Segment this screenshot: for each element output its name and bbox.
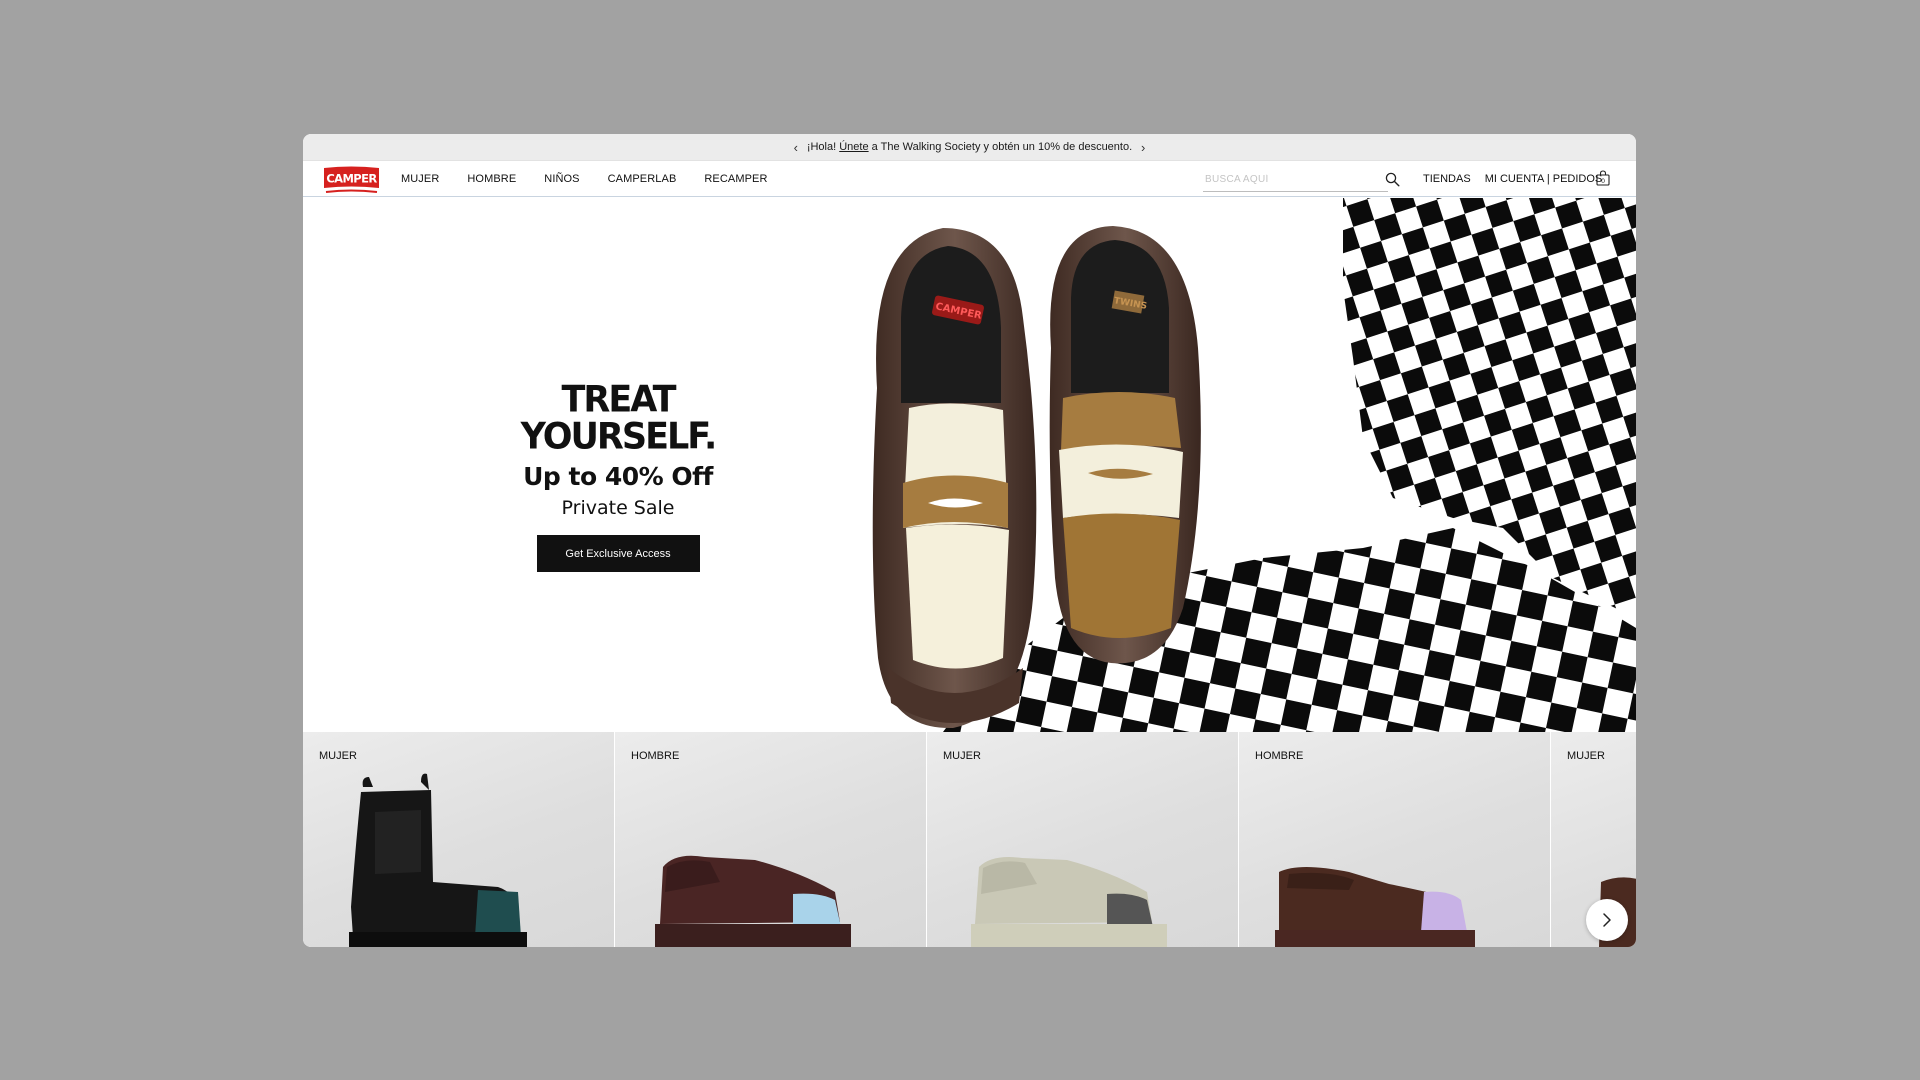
promo-text-after: a The Walking Society y obtén un 10% de … bbox=[868, 141, 1133, 153]
promo-join-link[interactable]: Únete bbox=[839, 141, 868, 153]
product-card[interactable]: MUJER bbox=[927, 732, 1238, 947]
product-image bbox=[971, 857, 1167, 947]
search-bar bbox=[1203, 166, 1388, 192]
promo-next-icon[interactable]: › bbox=[1136, 140, 1150, 155]
camper-logo[interactable]: CAMPER bbox=[323, 165, 380, 194]
product-image bbox=[1275, 867, 1475, 947]
product-card[interactable]: MUJER bbox=[303, 732, 614, 947]
bag-icon[interactable]: 0 bbox=[1596, 170, 1610, 186]
promo-message: ¡Hola! Únete a The Walking Society y obt… bbox=[803, 141, 1136, 153]
promo-bar: ‹ ¡Hola! Únete a The Walking Society y o… bbox=[303, 134, 1636, 161]
search-input[interactable] bbox=[1203, 170, 1363, 188]
product-card[interactable]: HOMBRE bbox=[615, 732, 926, 947]
search-icon[interactable] bbox=[1385, 172, 1400, 187]
promo-prev-icon[interactable]: ‹ bbox=[789, 140, 803, 155]
hero-text-block: TREAT YOURSELF. Up to 40% Off Private Sa… bbox=[463, 379, 773, 572]
carousel-next-button[interactable] bbox=[1586, 899, 1628, 941]
nav-item-recamper[interactable]: RECAMPER bbox=[704, 173, 767, 185]
site-header: CAMPER MUJER HOMBRE NIÑOS CAMPERLAB RECA… bbox=[303, 161, 1636, 197]
shoe-right: TWINS bbox=[1049, 226, 1201, 664]
product-carousel: MUJER HOMBRE MUJER HOMBRE MUJER bbox=[303, 732, 1636, 947]
nav-item-ninos[interactable]: NIÑOS bbox=[544, 173, 579, 185]
hero-banner[interactable]: CAMPER TWINS TREAT YOURSELF. Up to 40% O… bbox=[303, 198, 1636, 732]
stores-link[interactable]: TIENDAS bbox=[1423, 173, 1471, 185]
main-nav: MUJER HOMBRE NIÑOS CAMPERLAB RECAMPER bbox=[401, 161, 796, 197]
shoe-left: CAMPER bbox=[872, 228, 1037, 729]
hero-tagline: Private Sale bbox=[561, 497, 675, 519]
account-orders-link[interactable]: MI CUENTA | PEDIDOS bbox=[1485, 173, 1603, 185]
nav-item-camperlab[interactable]: CAMPERLAB bbox=[608, 173, 677, 185]
chevron-right-icon bbox=[1603, 913, 1611, 927]
cart-count: 0 bbox=[1601, 178, 1605, 185]
hero-title: TREAT YOURSELF. bbox=[520, 379, 718, 458]
nav-item-hombre[interactable]: HOMBRE bbox=[467, 173, 516, 185]
product-image bbox=[349, 773, 527, 947]
product-image bbox=[655, 855, 851, 947]
nav-item-mujer[interactable]: MUJER bbox=[401, 173, 439, 185]
browser-window: ‹ ¡Hola! Únete a The Walking Society y o… bbox=[303, 134, 1636, 947]
logo-text: CAMPER bbox=[326, 172, 377, 186]
product-card[interactable]: HOMBRE bbox=[1239, 732, 1550, 947]
hero-subtitle: Up to 40% Off bbox=[523, 462, 713, 491]
promo-text-before: ¡Hola! bbox=[806, 141, 840, 153]
checker-pattern-bottom bbox=[943, 528, 1636, 732]
header-links: TIENDAS MI CUENTA | PEDIDOS bbox=[1423, 161, 1602, 197]
get-exclusive-access-button[interactable]: Get Exclusive Access bbox=[536, 535, 700, 572]
